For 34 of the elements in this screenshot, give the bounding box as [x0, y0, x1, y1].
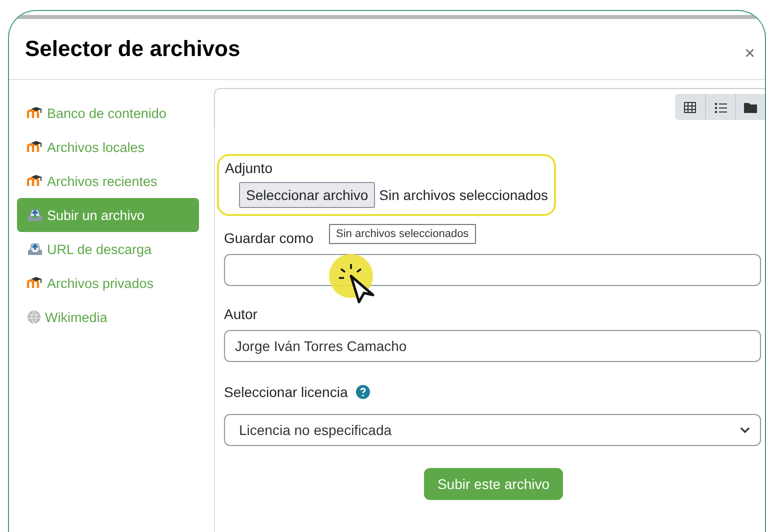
choose-file-button[interactable]: Seleccionar archivo	[239, 182, 376, 208]
file-status: Sin archivos seleccionados	[379, 187, 548, 203]
dialog-title: Selector de archivos	[25, 36, 240, 62]
sidebar-item[interactable]: Archivos recientes	[17, 164, 199, 198]
upload-tray-icon	[27, 208, 43, 222]
help-icon[interactable]	[356, 385, 370, 399]
folder-icon	[744, 102, 757, 112]
graduation-cap-icon	[27, 175, 43, 187]
tooltip: Sin archivos seleccionados	[329, 224, 476, 244]
view-button[interactable]	[675, 94, 705, 120]
upload-file-button[interactable]: Subir este archivo	[424, 468, 563, 500]
author-label: Autor	[224, 306, 258, 322]
graduation-cap-icon	[27, 107, 43, 119]
attachment-label: Adjunto	[225, 160, 274, 176]
license-select[interactable]: Licencia no especificada	[224, 414, 761, 446]
upload-tray-icon	[27, 242, 43, 256]
graduation-cap-icon	[27, 277, 43, 289]
save-as-label: Guardar como	[224, 230, 314, 246]
list-icon	[714, 102, 726, 112]
chevron-down-icon	[740, 427, 750, 433]
grid-icon	[684, 102, 696, 112]
license-label: Seleccionar licencia	[224, 384, 348, 400]
view-button[interactable]	[735, 94, 765, 120]
sidebar-item[interactable]: Archivos locales	[17, 130, 199, 164]
close-button[interactable]: ×	[740, 42, 759, 64]
author-field[interactable]: Jorge Iván Torres Camacho	[224, 330, 761, 362]
view-button[interactable]	[705, 94, 735, 120]
graduation-cap-icon	[27, 141, 43, 153]
sidebar-item[interactable]: Wikimedia	[17, 300, 199, 334]
globe-icon	[27, 310, 41, 324]
sidebar-item[interactable]: Banco de contenido	[17, 96, 199, 130]
sidebar-item[interactable]: Archivos privados	[17, 266, 199, 300]
sidebar-item[interactable]: URL de descarga	[17, 232, 199, 266]
sidebar-item[interactable]: Subir un archivo	[17, 198, 199, 232]
